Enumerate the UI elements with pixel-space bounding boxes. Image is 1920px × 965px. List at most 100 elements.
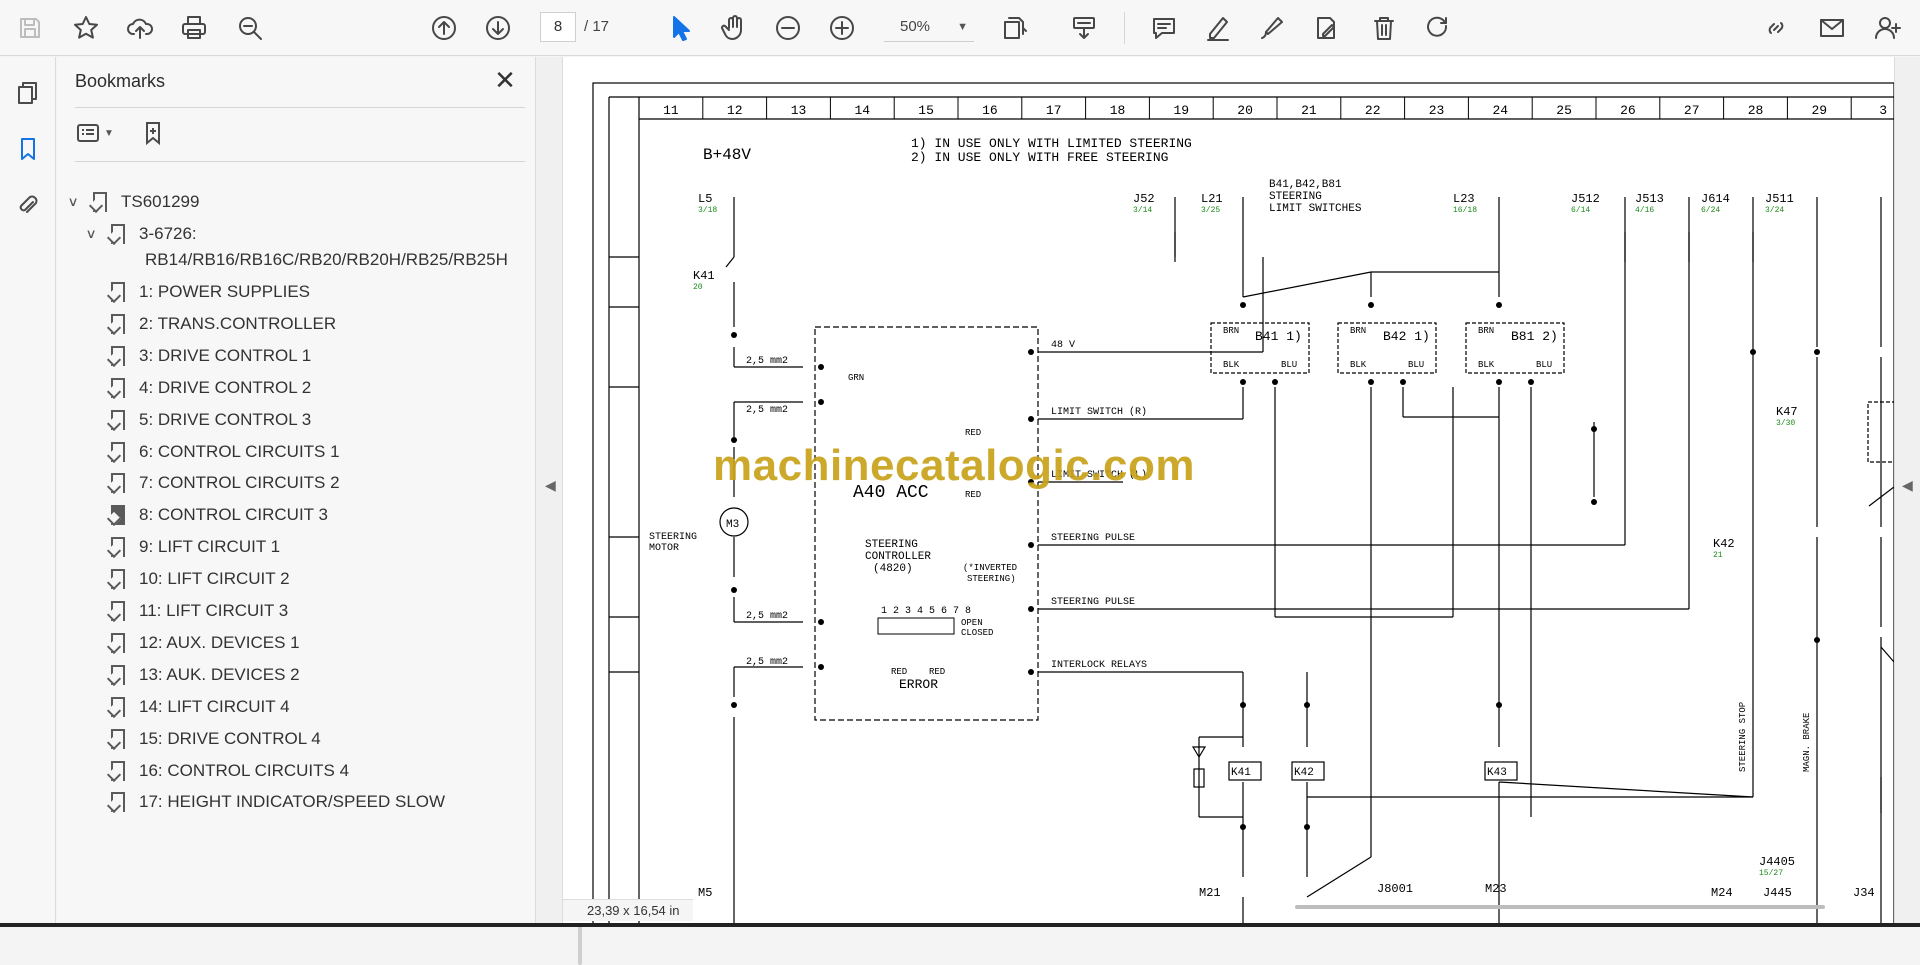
select-cursor-icon[interactable] bbox=[662, 10, 698, 46]
pages-thumbnail-icon[interactable] bbox=[10, 75, 46, 111]
dip-switch bbox=[877, 617, 955, 635]
new-bookmark-button[interactable] bbox=[141, 117, 167, 149]
page-up-icon[interactable] bbox=[426, 10, 462, 46]
bookmark-item[interactable]: 14: LIFT CIRCUIT 4 bbox=[111, 692, 290, 722]
horizontal-scrollbar[interactable] bbox=[1295, 905, 1825, 909]
bookmark-item[interactable]: 13: AUK. DEVICES 2 bbox=[111, 660, 300, 690]
rotate-icon[interactable] bbox=[1420, 10, 1456, 46]
b41-label: B41 1) bbox=[1255, 329, 1302, 344]
cross-reference-tag[interactable]: 3/30 bbox=[1776, 419, 1795, 428]
bookmark-item[interactable]: 1: POWER SUPPLIES bbox=[111, 277, 310, 307]
bookmark-icon bbox=[111, 792, 125, 813]
email-icon[interactable] bbox=[1814, 10, 1850, 46]
edit-document-icon[interactable] bbox=[1308, 10, 1344, 46]
cross-reference-tag[interactable]: 3/24 bbox=[1765, 206, 1784, 215]
expand-arrow-icon[interactable]: ◀ bbox=[1902, 477, 1913, 494]
b81-label: B81 2) bbox=[1511, 329, 1558, 344]
cross-reference-tag[interactable]: 3/18 bbox=[698, 206, 717, 215]
bottom-reference-label: J8001 bbox=[1377, 882, 1413, 896]
bookmark-item[interactable]: 12: AUX. DEVICES 1 bbox=[111, 628, 300, 658]
bookmark-options-button[interactable]: ▼ bbox=[75, 117, 114, 149]
star-icon[interactable] bbox=[68, 10, 104, 46]
divider bbox=[75, 107, 525, 108]
cross-reference-tag[interactable]: 16/18 bbox=[1453, 206, 1477, 215]
attachment-icon[interactable] bbox=[10, 187, 46, 223]
bottom-reference-label: M21 bbox=[1199, 886, 1221, 900]
bookmark-item[interactable]: 8: CONTROL CIRCUIT 3 bbox=[111, 500, 328, 530]
bookmark-label: 15: DRIVE CONTROL 4 bbox=[139, 728, 321, 748]
right-panel-toggle[interactable]: ◀ bbox=[1894, 57, 1920, 923]
page-total-label: / 17 bbox=[584, 18, 610, 35]
bookmark-label: 5: DRIVE CONTROL 3 bbox=[139, 409, 312, 429]
chevron-down-icon[interactable]: ∨ bbox=[67, 194, 86, 210]
column-number: 20 bbox=[1237, 103, 1253, 118]
zoom-in-icon[interactable] bbox=[824, 10, 860, 46]
chevron-down-icon[interactable]: ∨ bbox=[85, 226, 104, 242]
bookmark-item[interactable]: 2: TRANS.CONTROLLER bbox=[111, 309, 336, 339]
connector-dot bbox=[731, 702, 737, 708]
bookmark-item[interactable]: 15: DRIVE CONTROL 4 bbox=[111, 724, 321, 754]
blu-label: BLU bbox=[1408, 360, 1424, 370]
highlight-pen-icon[interactable] bbox=[1200, 10, 1236, 46]
wire-label: 2,5 mm2 bbox=[746, 356, 788, 367]
bookmark-item[interactable]: 10: LIFT CIRCUIT 2 bbox=[111, 564, 290, 594]
cross-reference-tag[interactable]: 15/27 bbox=[1759, 869, 1783, 878]
cross-reference-tag[interactable]: 20 bbox=[693, 283, 703, 292]
bookmark-item[interactable]: 17: HEIGHT INDICATOR/SPEED SLOW bbox=[111, 787, 445, 817]
bookmark-label: 17: HEIGHT INDICATOR/SPEED SLOW bbox=[139, 792, 446, 812]
blu-label: BLU bbox=[1281, 360, 1297, 370]
page-down-icon[interactable] bbox=[480, 10, 516, 46]
bookmark-item[interactable]: 11: LIFT CIRCUIT 3 bbox=[111, 596, 288, 626]
cross-reference-tag[interactable]: 21 bbox=[1713, 551, 1723, 560]
reference-label: J512 bbox=[1571, 192, 1600, 206]
cross-reference-tag[interactable]: 6/14 bbox=[1571, 206, 1590, 215]
add-user-icon[interactable] bbox=[1870, 10, 1906, 46]
dip-closed-label: CLOSED bbox=[961, 628, 993, 638]
cloud-upload-icon[interactable] bbox=[122, 10, 158, 46]
blk-label: BLK bbox=[1223, 360, 1240, 370]
panel-splitter[interactable]: ◀ bbox=[535, 57, 563, 923]
scroll-mode-icon[interactable] bbox=[1066, 10, 1102, 46]
bookmark-item[interactable]: 5: DRIVE CONTROL 3 bbox=[111, 405, 311, 435]
inverted-label-2: STEERING) bbox=[967, 574, 1016, 584]
column-number: 23 bbox=[1429, 103, 1445, 118]
bookmark-item[interactable]: 6: CONTROL CIRCUITS 1 bbox=[111, 437, 340, 467]
bookmark-item[interactable]: 4: DRIVE CONTROL 2 bbox=[111, 373, 311, 403]
bookmark-panel-icon[interactable] bbox=[10, 131, 46, 167]
collapse-arrow-icon[interactable]: ◀ bbox=[545, 477, 556, 494]
zoom-out-icon[interactable] bbox=[770, 10, 806, 46]
cross-reference-tag[interactable]: 3/25 bbox=[1201, 206, 1220, 215]
bookmark-icon bbox=[111, 377, 125, 398]
link-attach-icon[interactable] bbox=[1758, 10, 1794, 46]
bookmark-label: 3-6726: bbox=[139, 224, 197, 243]
zoom-select[interactable]: 50% ▼ bbox=[884, 12, 974, 42]
comment-icon[interactable] bbox=[1146, 10, 1182, 46]
bookmark-item[interactable]: 3: DRIVE CONTROL 1 bbox=[111, 341, 311, 371]
delete-icon[interactable] bbox=[1366, 10, 1402, 46]
column-number: 14 bbox=[854, 103, 870, 118]
connector-dot bbox=[1028, 669, 1034, 675]
connector-dot bbox=[731, 587, 737, 593]
motor-label: M3 bbox=[726, 519, 739, 531]
controller-sub1: STEERING bbox=[865, 539, 918, 551]
print-icon[interactable] bbox=[176, 10, 212, 46]
bookmark-item[interactable]: 9: LIFT CIRCUIT 1 bbox=[111, 532, 280, 562]
bookmark-label: 7: CONTROL CIRCUITS 2 bbox=[139, 473, 340, 493]
cross-reference-tag[interactable]: 4/16 bbox=[1635, 206, 1654, 215]
close-icon[interactable]: ✕ bbox=[491, 67, 519, 95]
bookmark-root[interactable]: ∨ TS601299 bbox=[67, 187, 199, 217]
draw-pen-icon[interactable] bbox=[1254, 10, 1290, 46]
page-fit-icon[interactable] bbox=[996, 10, 1032, 46]
page-number-input[interactable]: 8 bbox=[540, 12, 576, 42]
bookmark-item[interactable]: 16: CONTROL CIRCUITS 4 bbox=[111, 756, 349, 786]
add-bookmark-icon bbox=[146, 122, 160, 146]
column-number: 22 bbox=[1365, 103, 1381, 118]
zoom-search-icon[interactable] bbox=[232, 10, 268, 46]
bookmark-item[interactable]: 7: CONTROL CIRCUITS 2 bbox=[111, 468, 340, 498]
k43-label: K43 bbox=[1487, 767, 1507, 779]
cross-reference-tag[interactable]: 3/14 bbox=[1133, 206, 1152, 215]
cross-reference-tag[interactable]: 6/24 bbox=[1701, 206, 1720, 215]
bookmark-group-line2[interactable]: RB14/RB16/RB16C/RB20/RB20H/RB25/RB25H bbox=[145, 245, 508, 275]
save-icon[interactable] bbox=[12, 10, 48, 46]
hand-tool-icon[interactable] bbox=[716, 10, 752, 46]
